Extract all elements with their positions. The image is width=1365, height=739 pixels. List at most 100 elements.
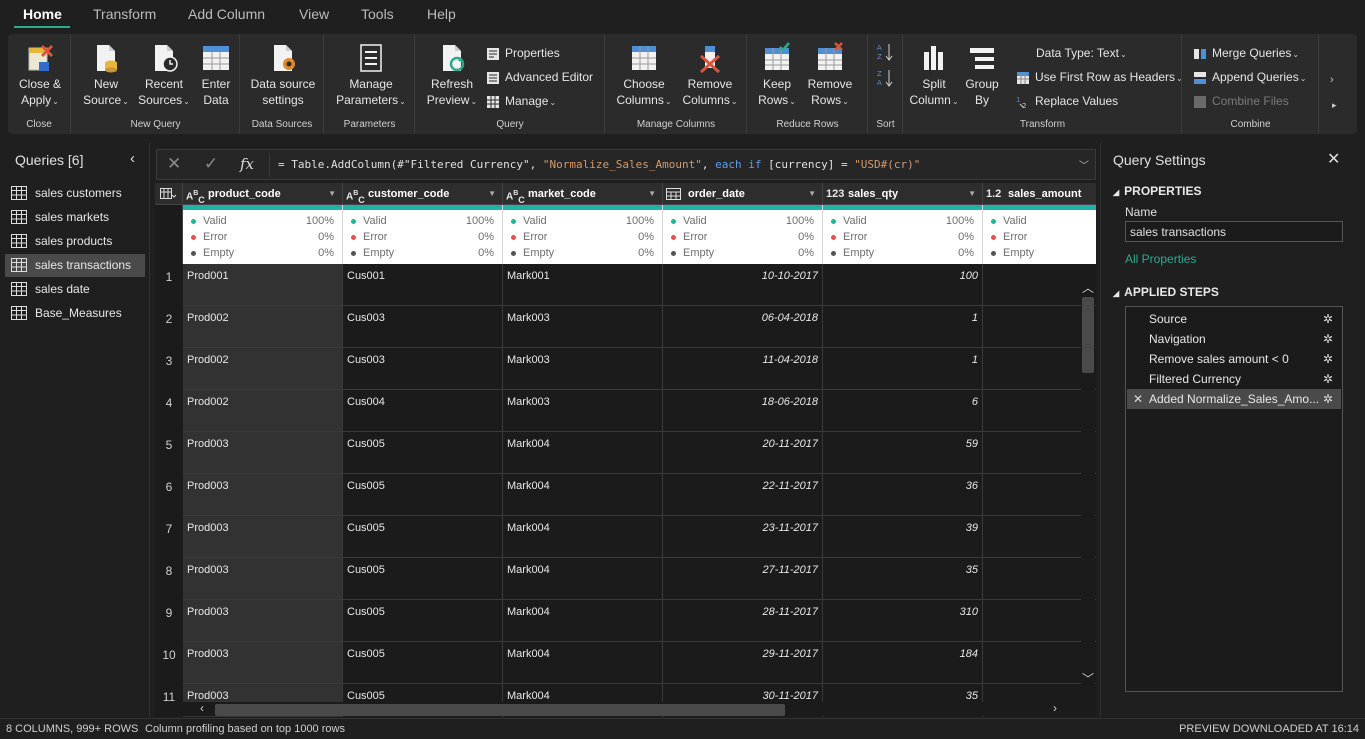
cancel-formula-icon[interactable]: ✕ (167, 154, 181, 174)
table-cell-sales-amount[interactable] (983, 348, 1096, 390)
fx-icon[interactable]: fx (240, 155, 254, 173)
collapse-left-icon[interactable]: ‹ (130, 150, 135, 167)
table-cell-market-code[interactable]: Mark003 (503, 306, 663, 348)
column-filter-icon[interactable]: ▼ (808, 183, 816, 205)
table-cell-sales-qty[interactable]: 310 (823, 600, 983, 642)
row-number[interactable]: 1 (155, 270, 183, 284)
append-queries-button[interactable]: Append Queries⌄ (1193, 67, 1306, 87)
chevron-right-icon[interactable]: › (1330, 74, 1334, 86)
delete-step-icon[interactable]: ✕ (1133, 389, 1143, 409)
use-first-row-headers-button[interactable]: Use First Row as Headers⌄ (1016, 67, 1183, 87)
remove-rows-button[interactable]: Remove Rows⌄ (804, 42, 856, 110)
tab-add-column[interactable]: Add Column (188, 6, 265, 22)
commit-formula-icon[interactable]: ✓ (204, 154, 218, 174)
gear-icon[interactable]: ✲ (1323, 369, 1333, 389)
table-cell-market-code[interactable]: Mark004 (503, 432, 663, 474)
table-menu-button[interactable] (155, 183, 183, 205)
table-cell-product-code[interactable]: Prod002 (183, 348, 343, 390)
table-cell-product-code[interactable]: Prod003 (183, 474, 343, 516)
row-number[interactable]: 10 (155, 648, 183, 662)
row-number[interactable]: 11 (155, 690, 183, 704)
table-cell-sales-qty[interactable]: 184 (823, 642, 983, 684)
table-cell-sales-amount[interactable] (983, 516, 1096, 558)
all-properties-link[interactable]: All Properties (1125, 252, 1196, 266)
query-name-field[interactable]: sales transactions (1125, 221, 1343, 242)
column-header-order-date[interactable]: order_date ▼ (663, 183, 823, 205)
scroll-right-icon[interactable]: › (1053, 701, 1057, 715)
table-cell-sales-qty[interactable]: 1 (823, 306, 983, 348)
table-cell-customer-code[interactable]: Cus005 (343, 558, 503, 600)
table-cell-sales-qty[interactable]: 39 (823, 516, 983, 558)
table-cell-sales-amount[interactable] (983, 642, 1096, 684)
close-apply-button[interactable]: Close & Apply⌄ (12, 42, 68, 110)
table-cell-sales-qty[interactable]: 100 (823, 264, 983, 306)
row-number[interactable]: 8 (155, 564, 183, 578)
tab-tools[interactable]: Tools (361, 6, 394, 22)
data-type-dropdown[interactable]: Data Type: Text⌄ (1036, 43, 1127, 63)
row-number[interactable]: 6 (155, 480, 183, 494)
sort-ascending-button[interactable]: AZ (877, 42, 893, 64)
table-cell-order-date[interactable]: 11-04-2018 (663, 348, 823, 390)
merge-queries-button[interactable]: Merge Queries⌄ (1193, 43, 1299, 63)
table-cell-product-code[interactable]: Prod003 (183, 642, 343, 684)
table-cell-sales-amount[interactable] (983, 432, 1096, 474)
properties-button[interactable]: Properties (486, 43, 560, 63)
query-item-sales-customers[interactable]: sales customers (5, 182, 145, 205)
applied-step-item[interactable]: Remove sales amount < 0 ✲ (1127, 349, 1341, 369)
column-filter-icon[interactable]: ▼ (648, 183, 656, 205)
table-cell-sales-qty[interactable]: 6 (823, 390, 983, 432)
row-number[interactable]: 9 (155, 606, 183, 620)
applied-step-item[interactable]: Filtered Currency ✲ (1127, 369, 1341, 389)
row-number[interactable]: 7 (155, 522, 183, 536)
table-cell-sales-qty[interactable]: 1 (823, 348, 983, 390)
table-cell-market-code[interactable]: Mark004 (503, 600, 663, 642)
scroll-up-icon[interactable]: ︿ (1082, 279, 1094, 296)
vertical-scroll-thumb[interactable] (1082, 297, 1094, 373)
query-item-sales-markets[interactable]: sales markets (5, 206, 145, 229)
query-item-sales-date[interactable]: sales date (5, 278, 145, 301)
scroll-left-icon[interactable]: ‹ (200, 701, 204, 715)
choose-columns-button[interactable]: Choose Columns⌄ (616, 42, 672, 110)
table-cell-customer-code[interactable]: Cus005 (343, 600, 503, 642)
applied-step-item[interactable]: Navigation ✲ (1127, 329, 1341, 349)
data-source-settings-button[interactable]: Data source settings (245, 42, 321, 108)
applied-steps-section-header[interactable]: ◢ APPLIED STEPS (1113, 285, 1219, 299)
table-cell-order-date[interactable]: 18-06-2018 (663, 390, 823, 432)
combine-files-button[interactable]: Combine Files (1193, 91, 1289, 111)
tab-help[interactable]: Help (427, 6, 456, 22)
whole-number-type-icon[interactable]: 123 (826, 183, 844, 205)
column-header-sales-qty[interactable]: 123 sales_qty ▼ (823, 183, 983, 205)
recent-sources-button[interactable]: Recent Sources⌄ (138, 42, 190, 110)
advanced-editor-button[interactable]: Advanced Editor (486, 67, 593, 87)
table-cell-order-date[interactable]: 22-11-2017 (663, 474, 823, 516)
keep-rows-button[interactable]: Keep Rows⌄ (756, 42, 798, 110)
applied-step-item[interactable]: Source ✲ (1127, 309, 1341, 329)
table-cell-order-date[interactable]: 06-04-2018 (663, 306, 823, 348)
remove-columns-button[interactable]: Remove Columns⌄ (680, 42, 740, 110)
manage-button[interactable]: Manage⌄ (486, 91, 556, 111)
table-cell-product-code[interactable]: Prod003 (183, 516, 343, 558)
table-cell-order-date[interactable]: 27-11-2017 (663, 558, 823, 600)
scroll-down-icon[interactable]: ﹀ (1082, 670, 1094, 687)
table-cell-sales-amount[interactable] (983, 390, 1096, 432)
table-cell-order-date[interactable]: 28-11-2017 (663, 600, 823, 642)
column-header-sales-amount[interactable]: 1.2 sales_amount (983, 183, 1096, 205)
manage-parameters-button[interactable]: Manage Parameters⌄ (331, 42, 411, 110)
applied-step-item[interactable]: ✕ Added Normalize_Sales_Amo... ✲ (1127, 389, 1341, 409)
table-cell-customer-code[interactable]: Cus003 (343, 306, 503, 348)
formula-input[interactable]: = Table.AddColumn(#"Filtered Currency", … (269, 153, 1069, 177)
group-by-button[interactable]: Group By (964, 42, 1000, 108)
table-cell-customer-code[interactable]: Cus005 (343, 432, 503, 474)
query-item-sales-transactions[interactable]: sales transactions (5, 254, 145, 277)
row-number[interactable]: 5 (155, 438, 183, 452)
row-number[interactable]: 2 (155, 312, 183, 326)
decimal-type-icon[interactable]: 1.2 (986, 183, 1001, 205)
table-cell-sales-amount[interactable] (983, 264, 1096, 306)
refresh-preview-button[interactable]: Refresh Preview⌄ (426, 42, 478, 110)
column-header-customer-code[interactable]: ABC customer_code ▼ (343, 183, 503, 205)
column-filter-icon[interactable]: ▼ (328, 183, 336, 205)
tab-view[interactable]: View (299, 6, 329, 22)
new-source-button[interactable]: New Source⌄ (82, 42, 130, 110)
replace-values-button[interactable]: 1 2 Replace Values (1016, 91, 1118, 111)
table-cell-market-code[interactable]: Mark004 (503, 642, 663, 684)
